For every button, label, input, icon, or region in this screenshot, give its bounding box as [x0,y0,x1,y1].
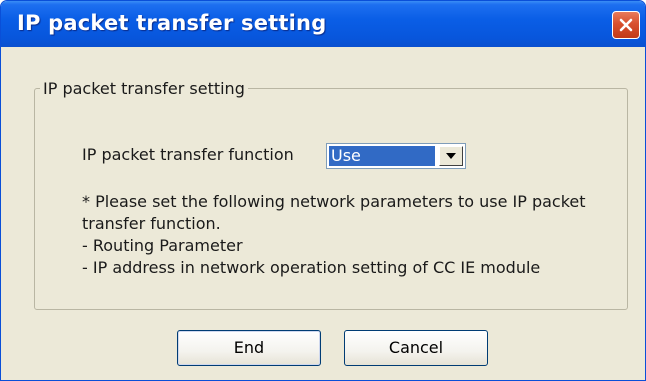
group-box-legend: IP packet transfer setting [40,79,248,98]
dialog-window: IP packet transfer setting IP packet tra… [0,0,646,381]
dialog-body: IP packet transfer setting IP packet tra… [5,47,641,378]
ip-packet-transfer-function-dropdown[interactable]: Use [326,143,466,169]
instruction-note: * Please set the following network param… [82,191,602,279]
end-button[interactable]: End [177,330,321,366]
note-line: transfer function. [82,214,221,233]
window-title: IP packet transfer setting [17,11,327,35]
dropdown-selected-value: Use [329,146,435,166]
chevron-down-icon [446,153,456,159]
note-line: - IP address in network operation settin… [82,258,541,277]
cancel-button[interactable]: Cancel [344,330,488,366]
close-x-icon [619,18,633,32]
note-line: * Please set the following network param… [82,192,586,211]
title-bar[interactable]: IP packet transfer setting [1,1,645,47]
note-line: - Routing Parameter [82,236,243,255]
ip-packet-transfer-function-label: IP packet transfer function [82,145,294,164]
dropdown-arrow-button[interactable] [439,146,463,166]
close-button[interactable] [612,11,640,39]
